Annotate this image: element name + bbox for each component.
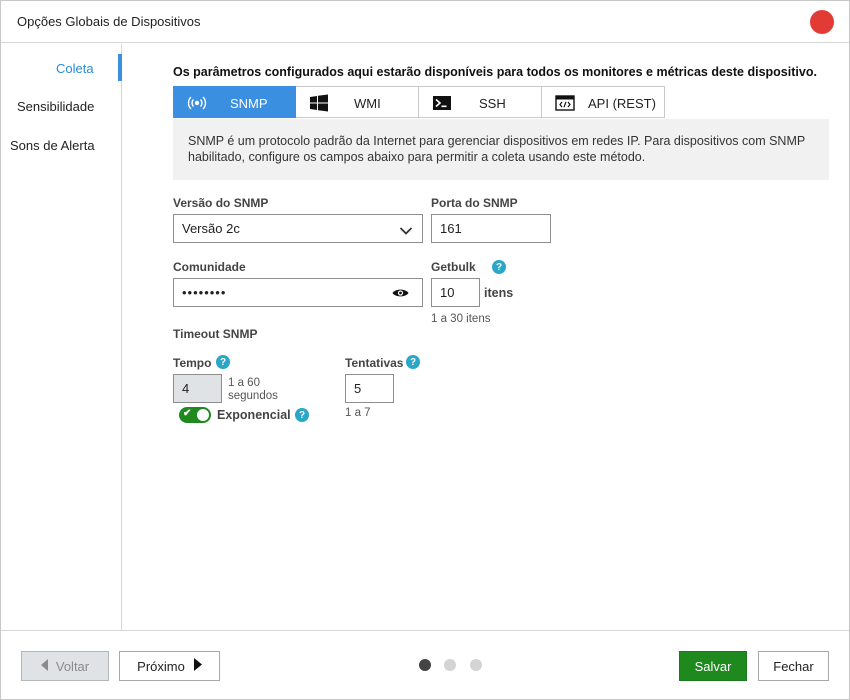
close-button-label: Fechar bbox=[773, 658, 814, 674]
code-window-icon bbox=[555, 94, 575, 112]
tentativas-value: 5 bbox=[354, 381, 362, 396]
port-label: Porta do SNMP bbox=[431, 196, 518, 210]
show-password-eye-icon[interactable] bbox=[392, 287, 409, 302]
sidebar-item-sons-de-alerta[interactable]: Sons de Alerta bbox=[10, 138, 95, 153]
save-button-label: Salvar bbox=[694, 658, 732, 674]
check-icon: ✔ bbox=[183, 408, 192, 419]
tentativas-label: Tentativas bbox=[345, 356, 404, 370]
tab-api-rest-label: API (REST) bbox=[588, 96, 656, 111]
tentativas-help-icon[interactable]: ? bbox=[406, 355, 420, 369]
method-tabs: SNMP WMI SSH API (REST) bbox=[173, 86, 665, 118]
tab-ssh[interactable]: SSH bbox=[419, 86, 542, 118]
windows-icon bbox=[309, 94, 329, 112]
getbulk-input[interactable]: 10 bbox=[431, 278, 480, 307]
exponencial-help-icon[interactable]: ? bbox=[295, 408, 309, 422]
tab-api-rest[interactable]: API (REST) bbox=[542, 86, 665, 118]
community-label: Comunidade bbox=[173, 260, 246, 274]
caret-left-icon bbox=[40, 658, 48, 674]
intro-text: Os parâmetros configurados aqui estarão … bbox=[173, 65, 817, 79]
exponencial-label: Exponencial bbox=[217, 408, 291, 422]
community-masked-value: •••••••• bbox=[182, 285, 227, 300]
getbulk-label: Getbulk bbox=[431, 260, 476, 274]
timeout-label: Timeout SNMP bbox=[173, 327, 258, 341]
close-window-button[interactable] bbox=[810, 10, 834, 34]
close-button[interactable]: Fechar bbox=[758, 651, 829, 681]
tab-ssh-label: SSH bbox=[479, 96, 506, 111]
snmp-port-input[interactable]: 161 bbox=[431, 214, 551, 243]
tempo-hint-range: 1 a 60 bbox=[228, 377, 260, 389]
back-button[interactable]: Voltar bbox=[21, 651, 109, 681]
back-button-label: Voltar bbox=[55, 658, 90, 674]
page-dot-1[interactable] bbox=[419, 659, 431, 671]
tab-snmp-label: SNMP bbox=[230, 96, 268, 111]
info-box: SNMP é um protocolo padrão da Internet p… bbox=[173, 119, 829, 180]
footer-bar: Voltar Próximo Salvar Fechar bbox=[1, 630, 849, 699]
version-label: Versão do SNMP bbox=[173, 196, 269, 210]
chevron-down-icon bbox=[399, 224, 413, 239]
main-content: Os parâmetros configurados aqui estarão … bbox=[123, 44, 849, 630]
page-dot-2[interactable] bbox=[444, 659, 456, 671]
tempo-help-icon[interactable]: ? bbox=[216, 355, 230, 369]
tab-wmi[interactable]: WMI bbox=[296, 86, 419, 118]
tempo-input[interactable]: 4 bbox=[173, 374, 222, 403]
snmp-port-value: 161 bbox=[440, 221, 462, 236]
next-button-label: Próximo bbox=[137, 658, 185, 674]
tab-wmi-label: WMI bbox=[354, 96, 381, 111]
tentativas-input[interactable]: 5 bbox=[345, 374, 394, 403]
sidebar: Coleta Sensibilidade Sons de Alerta bbox=[1, 44, 122, 630]
community-password-input[interactable]: •••••••• bbox=[173, 278, 423, 307]
tempo-hint-unit: segundos bbox=[228, 390, 278, 402]
getbulk-help-icon[interactable]: ? bbox=[492, 260, 506, 274]
sidebar-item-coleta[interactable]: Coleta bbox=[56, 61, 94, 76]
tab-snmp[interactable]: SNMP bbox=[173, 86, 296, 118]
title-bar: Opções Globais de Dispositivos bbox=[1, 1, 849, 43]
tentativas-hint: 1 a 7 bbox=[345, 407, 371, 419]
getbulk-value: 10 bbox=[440, 285, 455, 300]
getbulk-hint: 1 a 30 itens bbox=[431, 313, 491, 325]
tempo-value: 4 bbox=[182, 381, 190, 396]
sidebar-item-sensibilidade[interactable]: Sensibilidade bbox=[17, 99, 94, 114]
exponencial-toggle[interactable]: ✔ bbox=[179, 407, 211, 423]
save-button[interactable]: Salvar bbox=[679, 651, 747, 681]
window-title: Opções Globais de Dispositivos bbox=[17, 14, 201, 29]
toggle-knob bbox=[197, 409, 209, 421]
next-button[interactable]: Próximo bbox=[119, 651, 220, 681]
page-dot-3[interactable] bbox=[470, 659, 482, 671]
dialog-window: Opções Globais de Dispositivos Coleta Se… bbox=[0, 0, 850, 700]
terminal-icon bbox=[432, 94, 452, 112]
getbulk-unit: itens bbox=[484, 286, 514, 300]
sidebar-active-marker bbox=[118, 54, 122, 81]
caret-right-icon bbox=[193, 658, 202, 674]
snmp-version-value: Versão 2c bbox=[182, 221, 240, 236]
signal-icon bbox=[187, 94, 207, 112]
tempo-label: Tempo bbox=[173, 356, 212, 370]
snmp-version-select[interactable]: Versão 2c bbox=[173, 214, 423, 243]
